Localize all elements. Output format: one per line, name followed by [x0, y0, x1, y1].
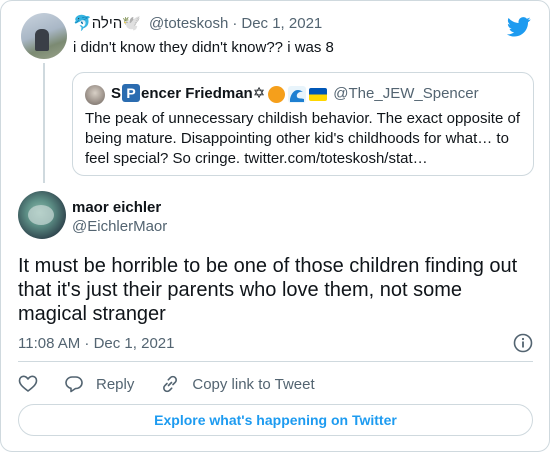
parent-tweet-text: i didn't know they didn't know?? i was 8: [73, 39, 334, 56]
twitter-bird-icon[interactable]: [507, 17, 531, 37]
action-divider: [18, 361, 533, 362]
quoted-tweet-header: S Pencer Friedman✡ @The_JEW_Spencer: [111, 84, 479, 104]
parent-handle[interactable]: @toteskosh: [149, 14, 228, 34]
like-button[interactable]: [18, 374, 38, 394]
orange-circle-icon: [268, 85, 286, 103]
main-avatar[interactable]: [18, 191, 66, 239]
thread-connector-line: [43, 63, 45, 183]
explore-twitter-button[interactable]: Explore what's happening on Twitter: [18, 404, 533, 436]
main-display-name[interactable]: maor eichler: [72, 198, 161, 218]
reply-button[interactable]: Reply: [64, 374, 134, 394]
link-icon: [163, 375, 178, 393]
copy-link-label: Copy link to Tweet: [192, 375, 315, 393]
quoted-name-prefix: S: [111, 85, 122, 102]
action-bar: Reply Copy link to Tweet: [18, 373, 341, 395]
tweet-embed-card: 🐬הילה🕊️ @toteskosh · Dec 1, 2021 i didn'…: [0, 0, 550, 452]
quoted-name-suffix: encer Friedman✡: [141, 85, 266, 102]
speech-bubble-icon: [65, 376, 83, 393]
parent-date[interactable]: Dec 1, 2021: [241, 14, 322, 34]
tweet-timestamp[interactable]: 11:08 AM · Dec 1, 2021: [18, 334, 174, 354]
parking-p-icon: P: [122, 84, 141, 102]
header-separator: ·: [232, 15, 238, 32]
quoted-avatar: [85, 85, 105, 105]
info-icon[interactable]: [513, 333, 533, 353]
copy-link-button[interactable]: Copy link to Tweet: [160, 374, 315, 394]
parent-tweet-header: 🐬הילה🕊️ @toteskosh · Dec 1, 2021: [73, 14, 322, 34]
quoted-tweet-text: The peak of unnecessary childish behavio…: [85, 110, 520, 167]
ukraine-flag-icon: [309, 87, 328, 101]
wave-icon: [288, 85, 307, 103]
quoted-handle: @The_JEW_Spencer: [333, 85, 479, 102]
parent-avatar[interactable]: [21, 13, 67, 59]
quoted-display-name: S Pencer Friedman✡: [111, 84, 265, 104]
main-tweet-text: It must be horrible to be one of those c…: [18, 255, 518, 325]
quoted-tweet[interactable]: S Pencer Friedman✡ @The_JEW_Spencer The p…: [72, 72, 534, 176]
heart-icon: [18, 375, 38, 392]
main-handle[interactable]: @EichlerMaor: [72, 217, 167, 237]
reply-label: Reply: [96, 375, 135, 393]
parent-display-name[interactable]: 🐬הילה🕊️: [73, 14, 141, 34]
